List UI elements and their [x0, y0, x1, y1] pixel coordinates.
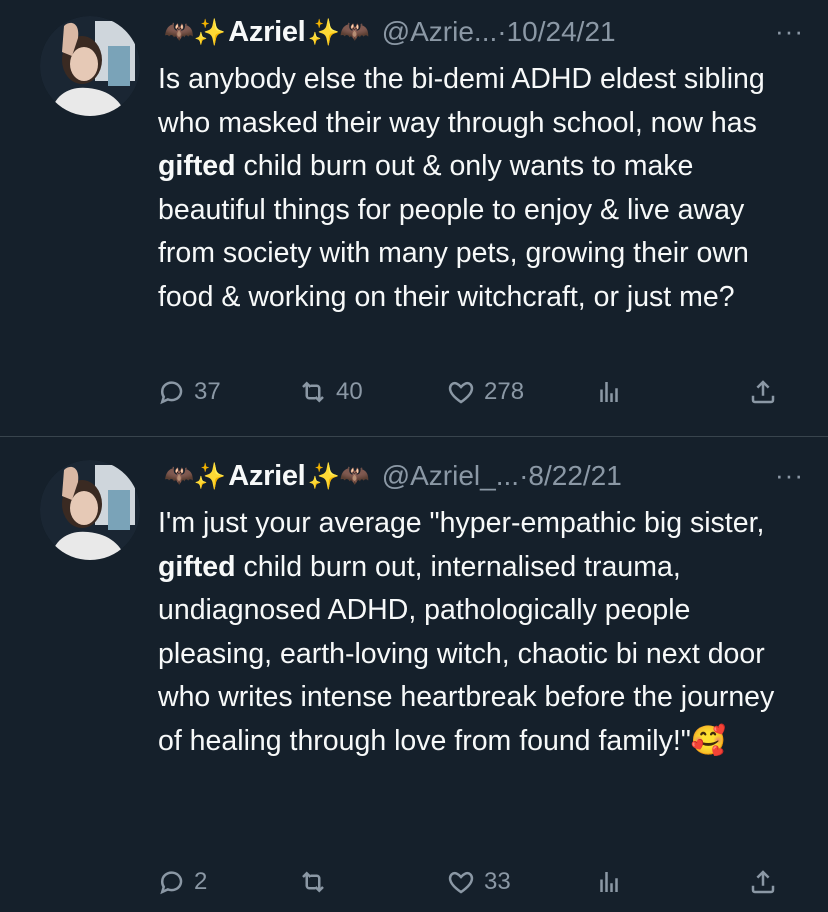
tweet-date: 8/22/21: [528, 460, 622, 491]
tweet[interactable]: 🦇 ✨ Azriel ✨ 🦇 @Azriel_...·8/22/21 ··· I…: [0, 437, 828, 912]
views-button[interactable]: [594, 372, 624, 412]
reply-count: 2: [194, 868, 208, 895]
reply-count: 37: [194, 378, 221, 405]
like-button[interactable]: 278: [446, 372, 524, 412]
like-button[interactable]: 33: [446, 862, 511, 902]
retweet-button[interactable]: 40: [298, 372, 363, 412]
sparkles-emoji: ✨: [193, 461, 227, 491]
tweet-header: 🦇 ✨ Azriel ✨ 🦇 @Azriel_...·8/22/21 ···: [164, 456, 804, 496]
share-icon: [751, 870, 775, 894]
more-options-icon[interactable]: ···: [775, 16, 804, 47]
sparkles-emoji: ✨: [307, 17, 340, 47]
like-count: 33: [484, 868, 511, 895]
share-icon: [751, 380, 775, 404]
share-button[interactable]: [748, 372, 778, 412]
bat-emoji: 🦇: [164, 18, 194, 45]
like-icon: [448, 381, 474, 404]
tweet-text: I'm just your average "hyper-empathic bi…: [158, 507, 775, 757]
retweet-count: 40: [336, 378, 363, 405]
tweet-text: Is anybody else the bi-demi ADHD eldest …: [158, 63, 765, 313]
retweet-button[interactable]: [298, 862, 336, 902]
retweet-icon: [302, 381, 324, 403]
tweet-date: 10/24/21: [506, 16, 616, 47]
more-options-icon[interactable]: ···: [775, 460, 804, 491]
reply-icon: [160, 381, 183, 405]
reply-icon: [160, 871, 183, 895]
sparkles-emoji: ✨: [193, 17, 227, 47]
bold-text: gifted: [158, 550, 236, 583]
tweet-actions: 37 40 278: [156, 372, 788, 412]
tweet-actions: 2 33: [156, 862, 788, 902]
bat-emoji: 🦇: [339, 18, 370, 45]
user-handle[interactable]: @Azrie...·10/24/21: [382, 16, 616, 48]
share-button[interactable]: [748, 862, 778, 902]
views-icon: [600, 872, 618, 892]
avatar[interactable]: [40, 16, 140, 116]
bat-emoji: 🦇: [164, 462, 194, 489]
views-button[interactable]: [594, 862, 624, 902]
like-icon: [448, 871, 474, 894]
views-icon: [600, 382, 618, 402]
retweet-icon: [302, 871, 324, 893]
user-handle[interactable]: @Azriel_...·8/22/21: [382, 460, 622, 492]
reply-button[interactable]: 2: [156, 862, 207, 902]
tweet[interactable]: 🦇 ✨ Azriel ✨ 🦇 @Azrie...·10/24/21 ··· Is…: [0, 0, 828, 437]
avatar[interactable]: [40, 460, 140, 560]
tweet-header: 🦇 ✨ Azriel ✨ 🦇 @Azrie...·10/24/21 ···: [164, 12, 804, 52]
display-name[interactable]: Azriel: [228, 16, 305, 49]
like-count: 278: [484, 378, 525, 405]
reply-button[interactable]: 37: [156, 372, 221, 412]
bold-text: gifted: [158, 150, 236, 182]
bat-emoji: 🦇: [339, 462, 370, 489]
display-name[interactable]: Azriel: [228, 460, 305, 493]
sparkles-emoji: ✨: [307, 461, 340, 491]
